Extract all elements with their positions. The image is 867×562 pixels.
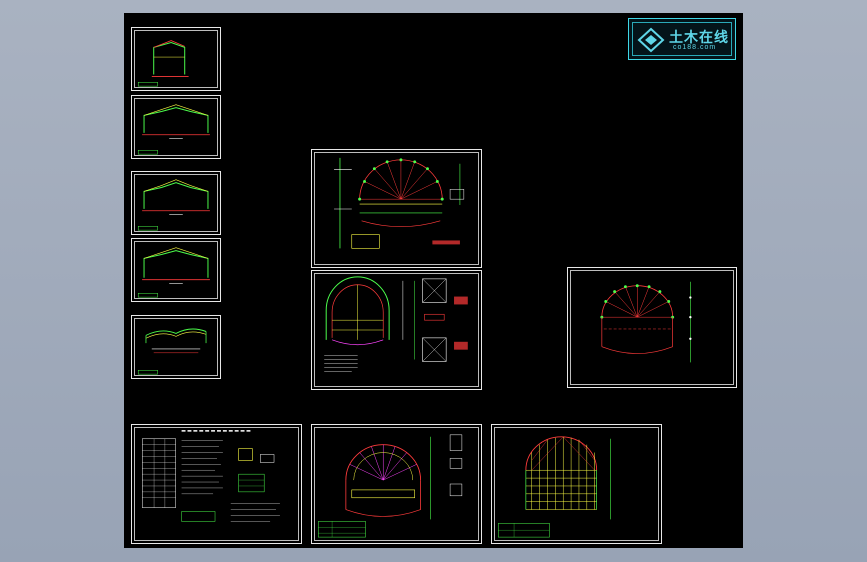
frame-elevation-drawing bbox=[137, 179, 210, 231]
frame-elevation-drawing bbox=[137, 328, 207, 375]
drawing-sheet-11[interactable] bbox=[491, 424, 662, 544]
dome-grid-drawing bbox=[498, 436, 611, 538]
arch-details-drawing bbox=[334, 157, 465, 249]
drawing-sheet-7[interactable] bbox=[311, 270, 482, 390]
frame-elevation-drawing bbox=[137, 247, 210, 298]
drawing-sheet-9[interactable] bbox=[131, 424, 302, 544]
logo-sub-text: co188.com bbox=[673, 44, 717, 51]
arch-plan-drawing bbox=[324, 276, 468, 372]
frame-elevation-drawing bbox=[137, 104, 210, 155]
drawing-sheet-2[interactable] bbox=[131, 95, 221, 159]
drawing-sheet-6[interactable] bbox=[311, 149, 482, 268]
drawing-sheet-3[interactable] bbox=[131, 171, 221, 235]
arch-elevation-drawing bbox=[600, 281, 692, 363]
drawing-sheet-8[interactable] bbox=[567, 267, 737, 388]
diamond-logo-icon bbox=[637, 27, 665, 53]
design-notes-drawing bbox=[142, 430, 280, 522]
logo-watermark: 土木在线 co188.com bbox=[628, 18, 736, 60]
drawing-sheet-5[interactable] bbox=[131, 315, 221, 379]
drawing-sheet-4[interactable] bbox=[131, 238, 221, 302]
drawing-sheet-1[interactable] bbox=[131, 27, 221, 91]
arch-section-drawing bbox=[318, 434, 463, 538]
frame-elevation-drawing bbox=[137, 40, 189, 87]
drawing-sheet-10[interactable] bbox=[311, 424, 482, 544]
